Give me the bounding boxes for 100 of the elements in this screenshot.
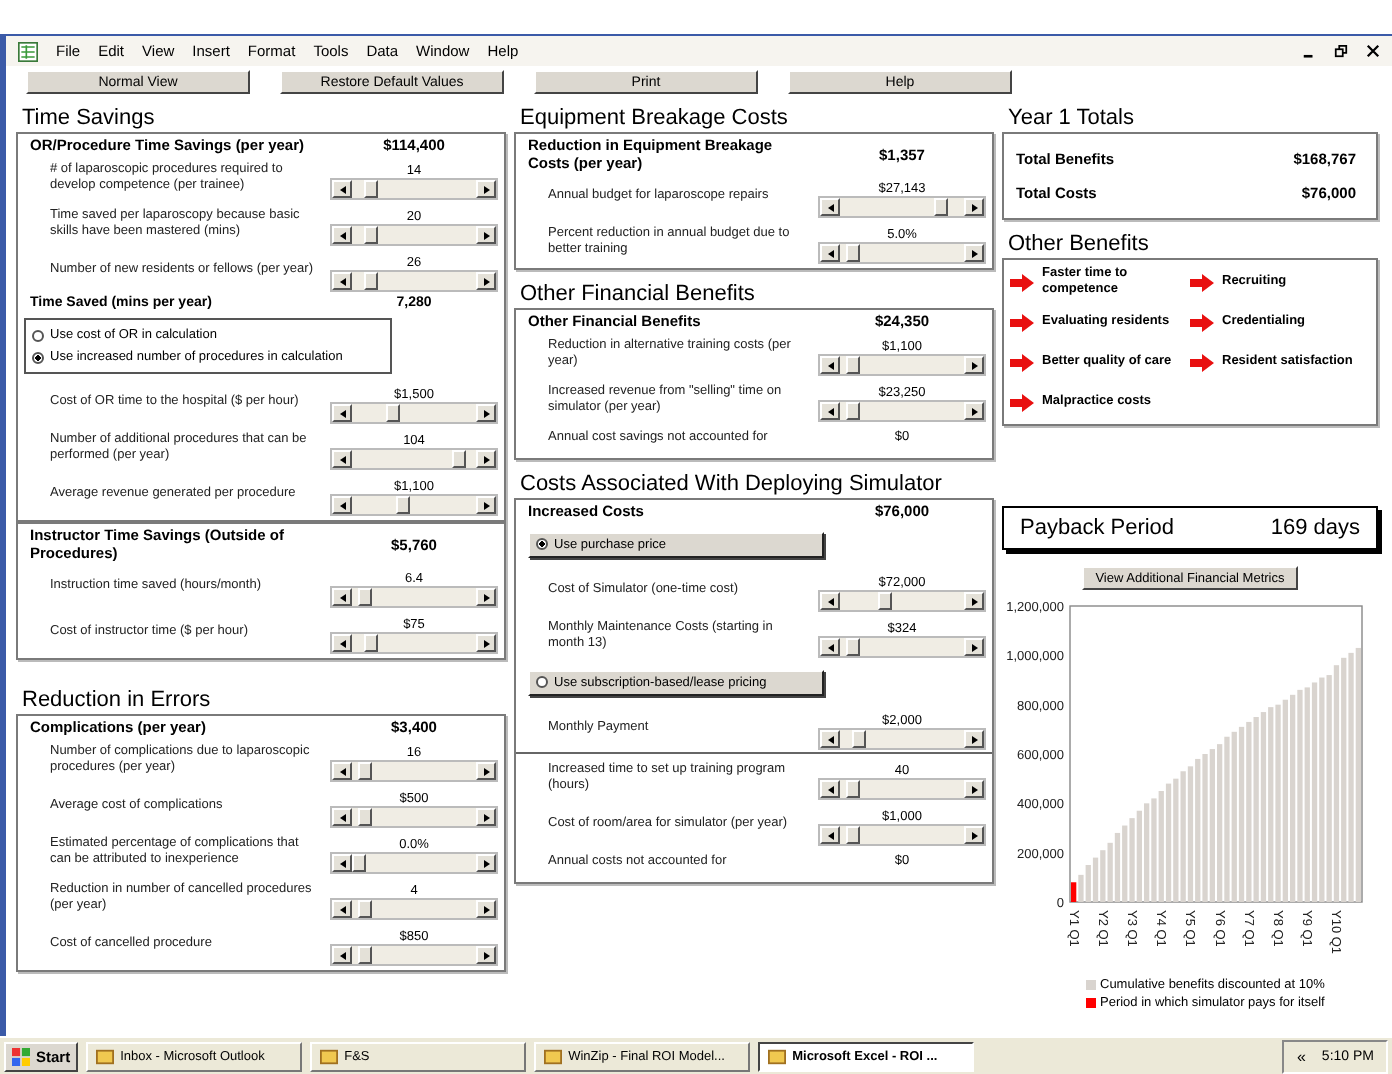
scroll-left-button[interactable] (332, 854, 352, 872)
slider-thumb[interactable] (357, 808, 372, 826)
slider[interactable] (330, 632, 498, 654)
scroll-right-button[interactable] (476, 808, 496, 826)
slider[interactable] (818, 728, 986, 750)
slider-thumb[interactable] (363, 226, 377, 244)
scroll-right-button[interactable] (476, 946, 496, 964)
scroll-right-button[interactable] (964, 780, 984, 798)
slider[interactable] (330, 852, 498, 874)
slider-thumb[interactable] (845, 638, 860, 656)
slider[interactable] (818, 354, 986, 376)
slider[interactable] (330, 806, 498, 828)
slider-thumb[interactable] (363, 180, 377, 198)
slider[interactable] (330, 448, 498, 470)
scroll-left-button[interactable] (332, 808, 352, 826)
scroll-left-button[interactable] (332, 496, 352, 514)
slider-thumb[interactable] (363, 272, 377, 290)
slider[interactable] (818, 400, 986, 422)
scroll-left-button[interactable] (820, 356, 840, 374)
slider-thumb[interactable] (851, 730, 865, 748)
slider-thumb[interactable] (845, 826, 860, 844)
slider-thumb[interactable] (845, 780, 860, 798)
slider[interactable] (330, 270, 498, 292)
scroll-left-button[interactable] (332, 946, 352, 964)
slider[interactable] (330, 494, 498, 516)
scroll-left-button[interactable] (820, 638, 840, 656)
scroll-left-button[interactable] (820, 198, 840, 216)
payback-value: 169 days (1270, 516, 1360, 540)
slider-thumb[interactable] (363, 634, 377, 652)
scroll-right-button[interactable] (964, 198, 984, 216)
spreadsheet-icon[interactable] (18, 41, 38, 61)
slider[interactable] (330, 178, 498, 200)
arrow-icon (1010, 353, 1034, 371)
scroll-right-button[interactable] (964, 592, 984, 610)
slider[interactable] (330, 944, 498, 966)
scroll-left-button[interactable] (332, 180, 352, 198)
scroll-right-button[interactable] (964, 730, 984, 748)
scroll-left-button[interactable] (820, 780, 840, 798)
slider-thumb[interactable] (878, 592, 893, 610)
scroll-right-button[interactable] (964, 244, 984, 262)
slider-thumb[interactable] (357, 946, 372, 964)
scroll-left-button[interactable] (332, 588, 352, 606)
scroll-left-button[interactable] (820, 592, 840, 610)
slider-thumb[interactable] (357, 588, 372, 606)
slider-thumb[interactable] (845, 356, 860, 374)
scroll-left-button[interactable] (820, 244, 840, 262)
slider[interactable] (330, 898, 498, 920)
slider-thumb[interactable] (357, 762, 372, 780)
scroll-left-button[interactable] (332, 404, 352, 422)
scroll-left-button[interactable] (820, 730, 840, 748)
scroll-right-button[interactable] (476, 854, 496, 872)
radio-button[interactable] (32, 351, 44, 363)
scroll-left-button[interactable] (332, 762, 352, 780)
slider[interactable] (818, 196, 986, 218)
scroll-right-button[interactable] (476, 900, 496, 918)
slider[interactable] (818, 242, 986, 264)
slider-thumb[interactable] (845, 402, 860, 420)
scroll-left-button[interactable] (332, 226, 352, 244)
scroll-left-button[interactable] (332, 900, 352, 918)
scroll-left-button[interactable] (332, 272, 352, 290)
scroll-left-button[interactable] (820, 826, 840, 844)
scroll-left-button[interactable] (820, 402, 840, 420)
scroll-right-button[interactable] (476, 762, 496, 780)
slider-thumb[interactable] (451, 450, 465, 468)
scroll-right-button[interactable] (964, 826, 984, 844)
slider[interactable] (330, 224, 498, 246)
scroll-right-button[interactable] (476, 450, 496, 468)
slider-thumb[interactable] (933, 198, 948, 216)
close-icon[interactable] (1366, 44, 1380, 58)
scroll-right-button[interactable] (476, 496, 496, 514)
scroll-left-button[interactable] (332, 450, 352, 468)
slider[interactable] (330, 402, 498, 424)
slider[interactable] (330, 586, 498, 608)
scroll-right-button[interactable] (476, 404, 496, 422)
scroll-right-button[interactable] (476, 226, 496, 244)
slider-thumb[interactable] (385, 404, 399, 422)
restore-icon[interactable] (1334, 44, 1348, 58)
scroll-left-button[interactable] (332, 634, 352, 652)
slider-thumb[interactable] (352, 854, 366, 872)
scroll-right-button[interactable] (476, 272, 496, 290)
slider-thumb[interactable] (357, 900, 372, 918)
tray-toggle[interactable]: « (1296, 1047, 1306, 1065)
slider[interactable] (330, 760, 498, 782)
radio-button[interactable] (536, 676, 548, 688)
scroll-right-button[interactable] (964, 402, 984, 420)
slider-thumb[interactable] (845, 244, 860, 262)
slider[interactable] (818, 824, 986, 846)
scroll-right-button[interactable] (964, 356, 984, 374)
scroll-right-button[interactable] (476, 634, 496, 652)
radio-button[interactable] (32, 329, 44, 341)
scroll-right-button[interactable] (476, 180, 496, 198)
slider[interactable] (818, 636, 986, 658)
scroll-right-button[interactable] (964, 638, 984, 656)
slider-thumb[interactable] (396, 496, 410, 514)
slider[interactable] (818, 778, 986, 800)
section-title: Year 1 Totals (1008, 106, 1136, 130)
window-icon (768, 1047, 787, 1065)
scroll-right-button[interactable] (476, 588, 496, 606)
radio-button[interactable] (536, 538, 548, 550)
slider[interactable] (818, 590, 986, 612)
